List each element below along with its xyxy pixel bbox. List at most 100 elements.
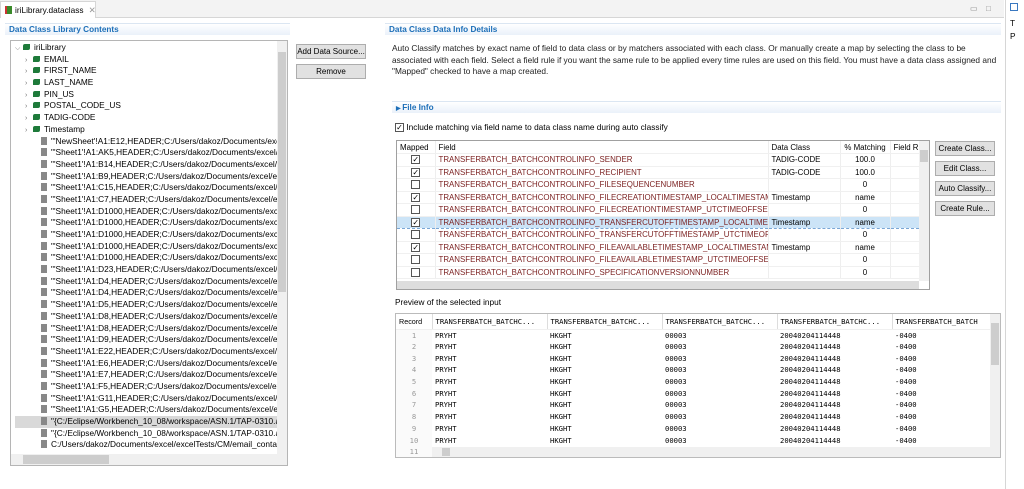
tree-item-source[interactable]: "'Sheet1'!A1:D1000,HEADER;C:/Users/dakoz… — [15, 217, 277, 229]
tree-item-source[interactable]: "'Sheet1'!A1:D5,HEADER;C:/Users/dakoz/Do… — [15, 299, 277, 311]
include-matching-checkbox[interactable]: ✓ Include matching via field name to dat… — [395, 122, 668, 133]
field-mapping-table[interactable]: Mapped Field Data Class% Matching Field R ✓ T… — [396, 140, 930, 290]
tree-item-source[interactable]: "'Sheet1'!A1:B9,HEADER;C:/Users/dakoz/Do… — [15, 171, 277, 183]
mapped-checkbox[interactable] — [411, 230, 421, 240]
tree-item-source[interactable]: "'Sheet1'!A1:D23,HEADER;C:/Users/dakoz/D… — [15, 264, 277, 276]
tree-item-source[interactable]: C:/Users/dakoz/Documents/excel/excelTest… — [15, 439, 277, 451]
mapped-checkbox[interactable] — [411, 255, 421, 265]
tree-item-source[interactable]: "'Sheet1'!A1:D9,HEADER;C:/Users/dakoz/Do… — [15, 334, 277, 346]
tree-item-source[interactable]: "'Sheet1'!A1:G5,HEADER;C:/Users/dakoz/Do… — [15, 404, 277, 416]
data-class-cell[interactable] — [768, 203, 841, 217]
data-class-cell[interactable]: Timestamp — [768, 191, 841, 204]
tree-horizontal-scrollbar[interactable] — [11, 454, 287, 465]
tree-vertical-scrollbar[interactable] — [277, 41, 287, 455]
tree-item-source[interactable]: "'Sheet1'!A1:D4,HEADER;C:/Users/dakoz/Do… — [15, 287, 277, 299]
tree-item-class[interactable]: › FIRST_NAME — [15, 65, 277, 77]
scrollbar-thumb[interactable] — [920, 150, 928, 162]
tree-item-source[interactable]: "'Sheet1'!A1:E22,HEADER;C:/Users/dakoz/D… — [15, 346, 277, 358]
close-icon[interactable]: ✕ — [89, 5, 96, 15]
column-header[interactable]: % Matching — [840, 141, 891, 154]
field-rule-cell[interactable] — [890, 203, 920, 217]
field-rule-cell[interactable] — [890, 241, 920, 254]
tree-item-source[interactable]: "'Sheet1'!A1:D8,HEADER;C:/Users/dakoz/Do… — [15, 311, 277, 323]
tree-root[interactable]: ⌵ iriLibrary — [15, 42, 277, 54]
tree-item-source[interactable]: "'Sheet1'!A1:D1000,HEADER;C:/Users/dakoz… — [15, 229, 277, 241]
data-class-cell[interactable]: TADIG-CODE — [768, 166, 841, 179]
preview-horizontal-scrollbar[interactable] — [432, 447, 1000, 457]
data-class-cell[interactable] — [768, 228, 841, 242]
maximize-icon[interactable]: □ — [986, 4, 991, 13]
tree-item-source[interactable]: "'Sheet1'!A1:F5,HEADER;C:/Users/dakoz/Do… — [15, 381, 277, 393]
scrollbar-thumb[interactable] — [23, 455, 109, 464]
data-class-cell[interactable]: Timestamp — [768, 215, 841, 229]
tree-item-class[interactable]: › PIN_US — [15, 89, 277, 101]
library-tree[interactable]: ⌵ iriLibrary › EMAIL › FIRST_NAME › LAST_NAME › P… — [10, 40, 288, 466]
auto-classify-button[interactable]: Auto Classify... — [935, 181, 995, 196]
tree-item-source[interactable]: "'Sheet1'!A1:E6,HEADER;C:/Users/dakoz/Do… — [15, 358, 277, 370]
column-header[interactable]: Data Class — [768, 141, 841, 154]
table-row[interactable]: TRANSFERBATCH_BATCHCONTROLINFO_FILESEQUE… — [397, 178, 920, 192]
edit-class-button[interactable]: Edit Class... — [935, 161, 995, 176]
field-rule-cell[interactable] — [890, 253, 920, 267]
mapped-checkbox[interactable]: ✓ — [411, 155, 421, 165]
field-rule-cell[interactable] — [890, 228, 920, 242]
tree-item-source[interactable]: "'Sheet1'!A1:C15,HEADER;C:/Users/dakoz/D… — [15, 182, 277, 194]
scrollbar-thumb[interactable] — [991, 323, 999, 365]
table-row[interactable]: TRANSFERBATCH_BATCHCONTROLINFO_TRANSFERC… — [397, 228, 920, 242]
tree-item-source[interactable]: "'Sheet1'!A1:C7,HEADER;C:/Users/dakoz/Do… — [15, 194, 277, 206]
column-header[interactable]: Mapped — [397, 141, 436, 154]
data-class-cell[interactable]: TADIG-CODE — [768, 153, 841, 167]
checkbox[interactable]: ✓ — [395, 123, 404, 133]
table-horizontal-scrollbar[interactable] — [397, 281, 919, 289]
field-rule-cell[interactable] — [890, 191, 920, 204]
mapped-checkbox[interactable]: ✓ — [411, 167, 421, 177]
preview-vertical-scrollbar[interactable] — [990, 314, 1000, 447]
scrollbar-thumb[interactable] — [442, 448, 450, 456]
table-row[interactable]: ✓ TRANSFERBATCH_BATCHCONTROLINFO_FILECREA… — [397, 191, 920, 204]
tree-item-source[interactable]: "'Sheet1'!A1:E7,HEADER;C:/Users/dakoz/Do… — [15, 369, 277, 381]
tree-item-class[interactable]: › POSTAL_CODE_US — [15, 100, 277, 112]
mapped-checkbox[interactable] — [411, 267, 421, 277]
preview-table[interactable]: Record TRANSFERBATCH_BATCHC... TRANSFERBAT… — [395, 313, 1001, 458]
table-row[interactable]: TRANSFERBATCH_BATCHCONTROLINFO_FILECREAT… — [397, 203, 920, 217]
tree-item-class[interactable]: › TADIG-CODE — [15, 112, 277, 124]
tree-item-source[interactable]: "'NewSheet'!A1:E12,HEADER;C:/Users/dakoz… — [15, 136, 277, 148]
mapped-checkbox[interactable]: ✓ — [411, 192, 421, 202]
tree-item-class[interactable]: › EMAIL — [15, 54, 277, 66]
preview-column-header[interactable]: TRANSFERBATCH_BATCHC... — [777, 314, 893, 330]
table-row[interactable]: TRANSFERBATCH_BATCHCONTROLINFO_SPECIFICA… — [397, 266, 920, 279]
preview-column-header[interactable]: TRANSFERBATCH_BATCHC... — [662, 314, 778, 330]
tree-item-source[interactable]: "'Sheet1'!A1:D1000,HEADER;C:/Users/dakoz… — [15, 206, 277, 218]
table-row[interactable]: ✓ TRANSFERBATCH_BATCHCONTROLINFO_RECIPIEN… — [397, 166, 920, 179]
tree-item-source[interactable]: "'Sheet1'!A1:D4,HEADER;C:/Users/dakoz/Do… — [15, 276, 277, 288]
outline-icon[interactable] — [1010, 3, 1018, 11]
tree-item-source[interactable]: "'Sheet1'!A1:D8,HEADER;C:/Users/dakoz/Do… — [15, 323, 277, 335]
field-rule-cell[interactable] — [890, 215, 920, 229]
field-rule-cell[interactable] — [890, 166, 920, 179]
preview-column-header[interactable]: Record — [396, 314, 433, 330]
column-header[interactable]: Field — [435, 141, 769, 154]
table-row[interactable]: ✓ TRANSFERBATCH_BATCHCONTROLINFO_TRANSFER… — [397, 215, 920, 229]
tree-item-class[interactable]: › Timestamp — [15, 124, 277, 136]
preview-column-header[interactable]: TRANSFERBATCH_BATCHC... — [432, 314, 548, 330]
field-rule-cell[interactable] — [890, 178, 920, 192]
scrollbar-thumb[interactable] — [278, 52, 286, 292]
tree-item-source[interactable]: "'Sheet1'!A1:AK5,HEADER;C:/Users/dakoz/D… — [15, 147, 277, 159]
table-vertical-scrollbar[interactable] — [919, 141, 929, 281]
tree-item-source[interactable]: "'Sheet1'!A1:D1000,HEADER;C:/Users/dakoz… — [15, 241, 277, 253]
preview-column-header[interactable]: TRANSFERBATCH_BATCH — [892, 314, 991, 330]
mapped-checkbox[interactable]: ✓ — [411, 242, 421, 252]
data-class-cell[interactable] — [768, 253, 841, 267]
data-class-cell[interactable] — [768, 178, 841, 192]
table-row[interactable]: TRANSFERBATCH_BATCHCONTROLINFO_FILEAVAIL… — [397, 253, 920, 267]
mapped-checkbox[interactable] — [411, 180, 421, 190]
editor-tab[interactable]: iriLibrary.dataclass ✕ — [0, 1, 96, 18]
create-rule-button[interactable]: Create Rule... — [935, 201, 995, 216]
tree-item-source[interactable]: "'Sheet1'!A1:B14,HEADER;C:/Users/dakoz/D… — [15, 159, 277, 171]
remove-button[interactable]: Remove — [296, 64, 366, 79]
table-row[interactable]: ✓ TRANSFERBATCH_BATCHCONTROLINFO_FILEAVAI… — [397, 241, 920, 254]
field-rule-cell[interactable] — [890, 266, 920, 279]
tree-item-source[interactable]: "{C:/Eclipse/Workbench_10_08/workspace/A… — [15, 416, 277, 428]
table-row[interactable]: ✓ TRANSFERBATCH_BATCHCONTROLINFO_SENDER TA… — [397, 153, 920, 167]
tree-item-source[interactable]: "'Sheet1'!A1:D1000,HEADER;C:/Users/dakoz… — [15, 252, 277, 264]
